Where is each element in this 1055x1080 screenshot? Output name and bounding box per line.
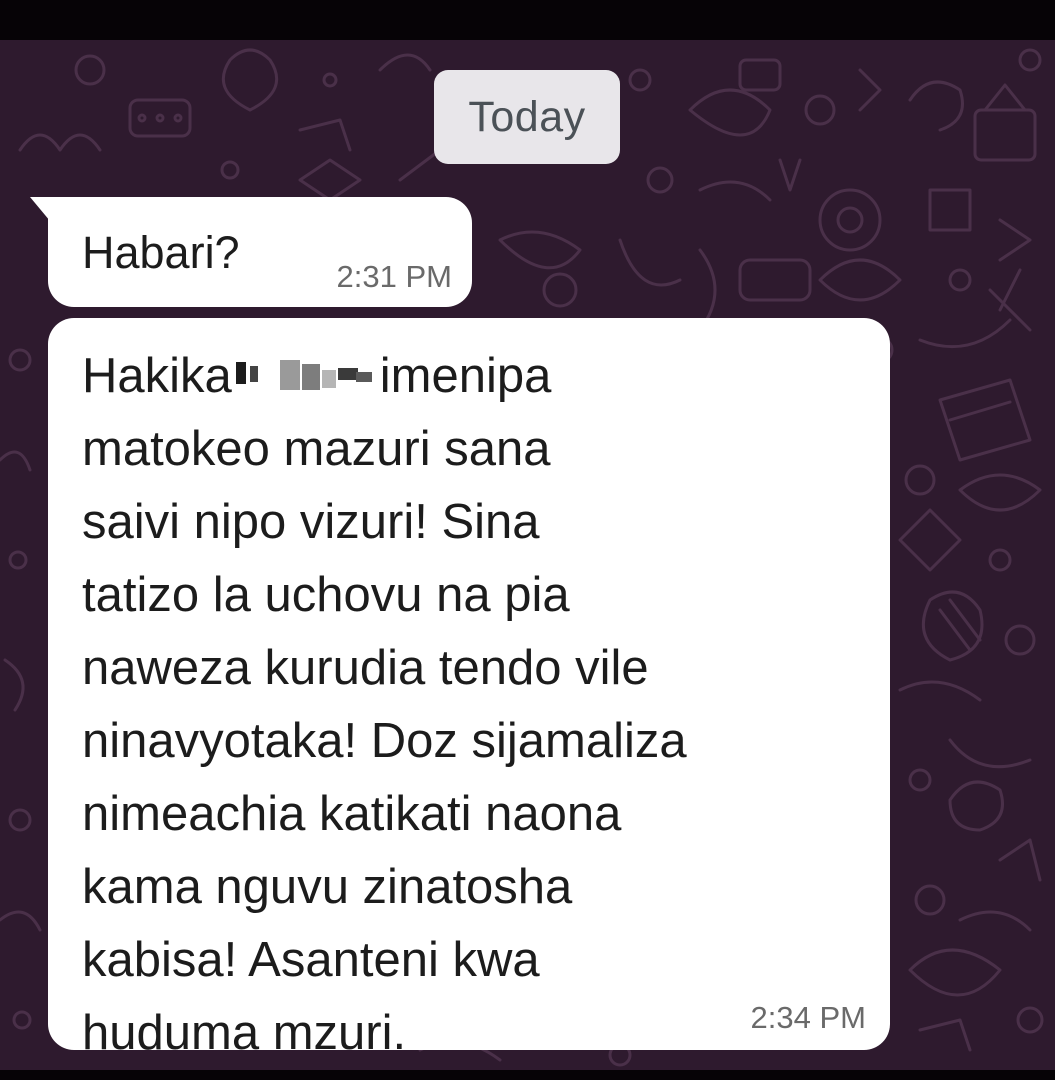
- message-line: naweza kurudia tendo vile: [82, 641, 649, 695]
- message-bubble-tail: [30, 197, 50, 221]
- redaction-blur: [235, 354, 376, 396]
- date-separator: Today: [434, 70, 620, 164]
- message-timestamp: 2:31 PM: [336, 259, 452, 294]
- date-separator-label: Today: [468, 92, 586, 141]
- incoming-message-1[interactable]: Habari? 2:31 PM: [48, 197, 472, 307]
- message-text: Hakika imenipa matokeo mazuri sana saivi…: [82, 340, 842, 1070]
- message-line: kama nguvu zinatosha: [82, 860, 573, 914]
- message-line-segment: Hakika: [82, 349, 232, 403]
- message-line: kabisa! Asanteni kwa: [82, 933, 540, 987]
- message-line-segment: imenipa: [379, 349, 552, 403]
- message-line: tatizo la uchovu na pia: [82, 568, 570, 622]
- message-text: Habari?: [82, 227, 240, 278]
- message-line: matokeo mazuri sana: [82, 422, 551, 476]
- message-line: huduma mzuri.: [82, 1006, 407, 1060]
- message-timestamp: 2:34 PM: [750, 1000, 866, 1035]
- bottom-black-bar: [0, 1070, 1055, 1080]
- message-line: ninavyotaka! Doz sijamaliza: [82, 714, 687, 768]
- message-line: nimeachia katikati naona: [82, 787, 622, 841]
- top-black-bar: [0, 0, 1055, 40]
- chat-area[interactable]: Today Habari? 2:31 PM Hakika imenipa mat…: [0, 40, 1055, 1070]
- incoming-message-2[interactable]: Hakika imenipa matokeo mazuri sana saivi…: [48, 318, 890, 1060]
- message-line: saivi nipo vizuri! Sina: [82, 495, 540, 549]
- message-line: Hakika imenipa: [82, 340, 842, 413]
